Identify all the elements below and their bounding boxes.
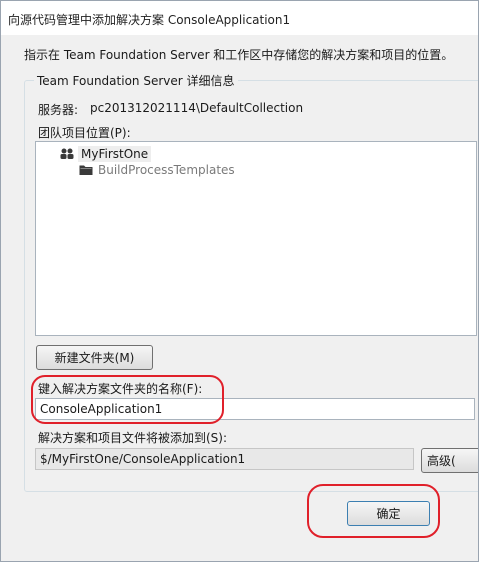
tree-child-label: BuildProcessTemplates	[98, 163, 235, 177]
solution-folder-name-input[interactable]	[35, 398, 475, 420]
tree-item-myfirstone[interactable]: MyFirstOne	[60, 146, 152, 162]
tree-root-label: MyFirstOne	[78, 146, 152, 162]
team-project-icon	[60, 148, 74, 159]
group-label: Team Foundation Server 详细信息	[34, 72, 238, 89]
solution-folder-name-label: 键入解决方案文件夹的名称(F):	[38, 382, 203, 396]
dialog-description: 指示在 Team Foundation Server 和工作区中存储您的解决方案…	[24, 48, 454, 62]
folder-icon	[79, 165, 93, 175]
destination-path-label: 解决方案和项目文件将被添加到(S):	[38, 431, 228, 445]
title-bar: 向源代码管理中添加解决方案 ConsoleApplication1	[1, 1, 478, 35]
team-project-location-label: 团队项目位置(P):	[38, 126, 131, 140]
ok-button[interactable]: 确定	[347, 501, 430, 526]
server-value: pc201312021114\DefaultCollection	[90, 101, 304, 115]
new-folder-button[interactable]: 新建文件夹(M)	[36, 345, 153, 370]
destination-path-field: $/MyFirstOne/ConsoleApplication1	[35, 448, 414, 470]
tree-item-buildprocesstemplates[interactable]: BuildProcessTemplates	[79, 163, 235, 177]
advanced-button[interactable]: 高级(	[421, 448, 478, 473]
dialog-window: 向源代码管理中添加解决方案 ConsoleApplication1 指示在 Te…	[0, 0, 479, 562]
window-title: 向源代码管理中添加解决方案 ConsoleApplication1	[8, 13, 291, 27]
server-label: 服务器:	[38, 103, 79, 117]
team-project-tree[interactable]: MyFirstOne BuildProcessTemplates	[35, 141, 477, 336]
